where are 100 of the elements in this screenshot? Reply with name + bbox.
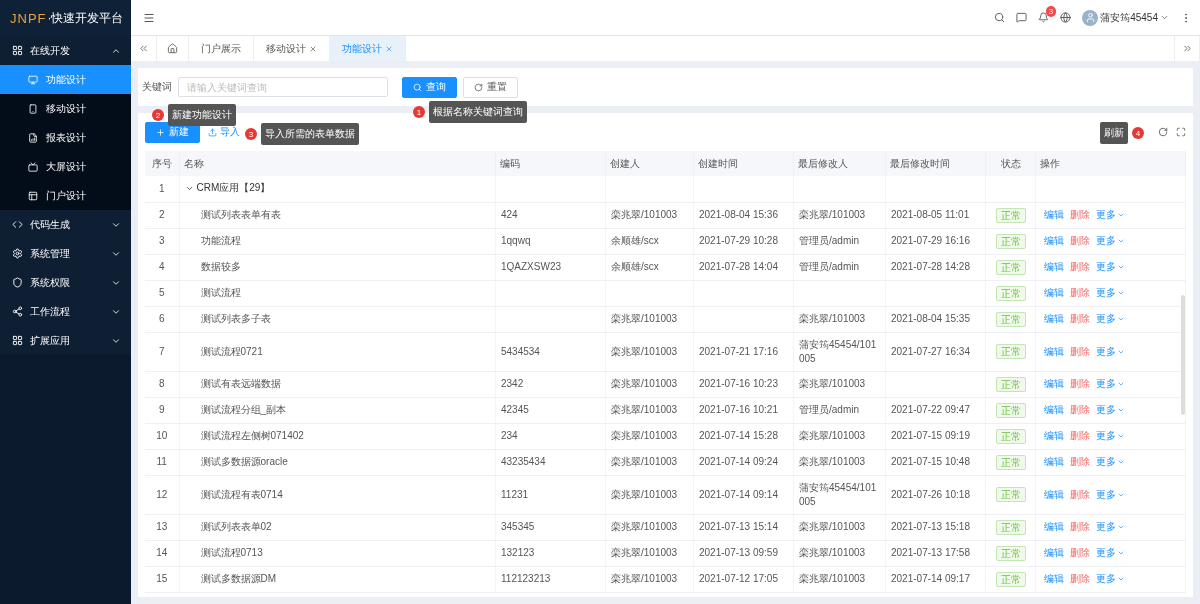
tab[interactable]: 功能设计: [330, 36, 406, 61]
delete-link[interactable]: 删除: [1067, 403, 1093, 417]
more-link[interactable]: 更多: [1093, 377, 1128, 391]
edit-link[interactable]: 编辑: [1041, 520, 1067, 534]
close-icon[interactable]: [385, 44, 393, 53]
query-button[interactable]: 查询: [402, 76, 457, 98]
table-cell: 栾兆翠/101003: [793, 449, 886, 475]
table-cell: 栾兆翠/101003: [605, 514, 694, 540]
bell-icon[interactable]: [1038, 12, 1050, 23]
delete-link[interactable]: 删除: [1067, 208, 1093, 222]
chevron-icon: [1117, 523, 1125, 531]
delete-link[interactable]: 删除: [1067, 286, 1093, 300]
more-link[interactable]: 更多: [1093, 546, 1128, 560]
more-link[interactable]: 更多: [1093, 208, 1128, 222]
delete-link[interactable]: 删除: [1067, 520, 1093, 534]
delete-link[interactable]: 删除: [1067, 572, 1093, 586]
table-cell: 栾兆翠/101003: [605, 332, 694, 371]
sidebar-group[interactable]: 系统管理: [0, 239, 131, 268]
delete-link[interactable]: 删除: [1067, 344, 1093, 359]
sidebar-item[interactable]: 功能设计: [0, 65, 131, 94]
edit-link[interactable]: 编辑: [1041, 260, 1067, 274]
fullscreen-icon[interactable]: [1176, 127, 1186, 137]
delete-link[interactable]: 删除: [1067, 455, 1093, 469]
more-link[interactable]: 更多: [1093, 260, 1128, 274]
row-number: 1: [145, 176, 179, 202]
group-label: 系统权限: [30, 275, 71, 290]
edit-link[interactable]: 编辑: [1041, 546, 1067, 560]
more-link[interactable]: 更多: [1093, 520, 1128, 534]
delete-link[interactable]: 删除: [1067, 234, 1093, 248]
expand-tabs-button[interactable]: [1174, 36, 1200, 61]
close-icon[interactable]: [309, 44, 317, 53]
more-link[interactable]: 更多: [1093, 455, 1128, 469]
edit-link[interactable]: 编辑: [1041, 403, 1067, 417]
table-cell: 345345: [495, 514, 606, 540]
keyword-field[interactable]: 请输入关键词查询: [178, 77, 388, 97]
name-cell-text: 测试流程: [199, 286, 241, 300]
globe-icon[interactable]: [1060, 12, 1072, 23]
avatar[interactable]: [1082, 9, 1099, 26]
sidebar-group[interactable]: 系统权限: [0, 268, 131, 297]
more-link[interactable]: 更多: [1093, 344, 1128, 359]
group-row-toggle[interactable]: CRM应用【29】: [184, 181, 271, 195]
delete-link[interactable]: 删除: [1067, 546, 1093, 560]
message-icon[interactable]: [1016, 12, 1028, 23]
group-label: 系统管理: [30, 246, 71, 261]
edit-link[interactable]: 编辑: [1041, 208, 1067, 222]
scrollbar[interactable]: [1181, 295, 1185, 415]
sidebar-group[interactable]: 在线开发: [0, 36, 131, 65]
table-cell: 2021-07-14 09:14: [693, 475, 794, 514]
more-link[interactable]: 更多: [1093, 403, 1128, 417]
more-link[interactable]: 更多: [1093, 572, 1128, 586]
user-name[interactable]: 蒲安筠45454: [1100, 10, 1158, 25]
reset-button[interactable]: 重置: [463, 76, 518, 98]
menu-icon[interactable]: [143, 11, 155, 24]
edit-link[interactable]: 编辑: [1041, 377, 1067, 391]
delete-link[interactable]: 删除: [1067, 487, 1093, 502]
delete-link[interactable]: 删除: [1067, 377, 1093, 391]
delete-link[interactable]: 删除: [1067, 312, 1093, 326]
delete-link[interactable]: 删除: [1067, 260, 1093, 274]
sidebar-group[interactable]: 代码生成: [0, 210, 131, 239]
delete-link[interactable]: 删除: [1067, 429, 1093, 443]
table-cell: 2021-07-13 09:59: [693, 540, 794, 566]
more-link[interactable]: 更多: [1093, 286, 1128, 300]
edit-link[interactable]: 编辑: [1041, 455, 1067, 469]
table-cell: 栾兆翠/101003: [605, 423, 694, 449]
column-header: 名称: [179, 151, 496, 176]
sidebar-item[interactable]: 移动设计: [0, 94, 131, 123]
row-number: 9: [145, 397, 179, 423]
edit-link[interactable]: 编辑: [1041, 312, 1067, 326]
refresh-icon[interactable]: [1158, 127, 1168, 137]
search-icon[interactable]: [994, 12, 1006, 23]
sidebar-group[interactable]: 扩展应用: [0, 326, 131, 355]
table-cell: 2021-07-22 09:47: [885, 397, 986, 423]
row-number: 4: [145, 254, 179, 280]
sidebar-group[interactable]: 工作流程: [0, 297, 131, 326]
more-link[interactable]: 更多: [1093, 429, 1128, 443]
status-tag: 正常: [995, 259, 1026, 275]
edit-link[interactable]: 编辑: [1041, 572, 1067, 586]
edit-link[interactable]: 编辑: [1041, 429, 1067, 443]
sidebar-item[interactable]: 门户设计: [0, 181, 131, 210]
sidebar-item[interactable]: 大屏设计: [0, 152, 131, 181]
chevron-icon: [1117, 263, 1125, 271]
import-button[interactable]: 导入: [208, 125, 240, 139]
more-link[interactable]: 更多: [1093, 312, 1128, 326]
column-header: 操作: [1035, 151, 1186, 176]
column-header: 状态: [985, 151, 1036, 176]
table-cell: 2021-07-29 16:16: [885, 228, 986, 254]
edit-link[interactable]: 编辑: [1041, 286, 1067, 300]
more-link[interactable]: 更多: [1093, 487, 1128, 502]
more-link[interactable]: 更多: [1093, 234, 1128, 248]
status-tag: 正常: [995, 376, 1026, 392]
status-tag: 正常: [995, 207, 1026, 223]
chevron-icon[interactable]: [1160, 13, 1169, 22]
edit-link[interactable]: 编辑: [1041, 487, 1067, 502]
edit-link[interactable]: 编辑: [1041, 344, 1067, 359]
name-cell-text: 测试流程0713: [199, 546, 263, 560]
edit-link[interactable]: 编辑: [1041, 234, 1067, 248]
status-tag: 正常: [995, 311, 1026, 327]
table-cell: 424: [495, 202, 606, 228]
name-cell-text: 测试列表表单有表: [199, 208, 281, 222]
sidebar-item[interactable]: 报表设计: [0, 123, 131, 152]
